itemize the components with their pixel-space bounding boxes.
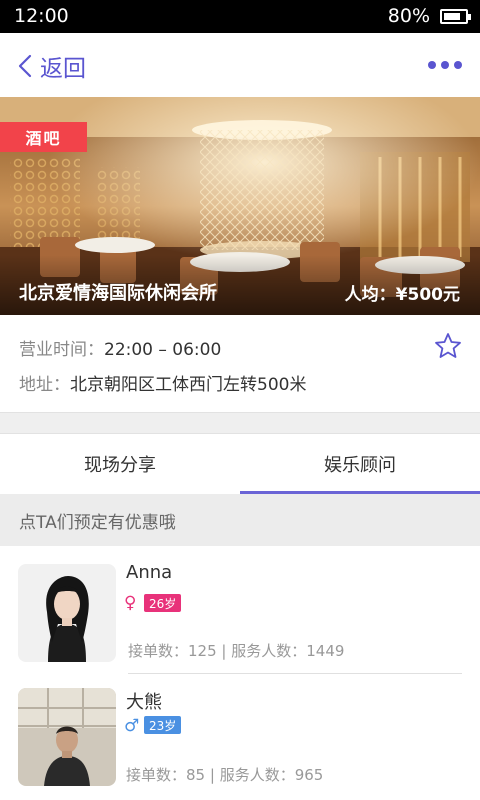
age-badge: 23岁 — [144, 716, 182, 734]
back-button[interactable]: 返回 — [16, 49, 86, 83]
served-count: | 服务人数：965 — [209, 766, 324, 784]
battery-percent: 80% — [387, 5, 430, 27]
back-label: 返回 — [40, 56, 86, 82]
advisor-stats: 接单数：125 | 服务人数：1449 — [128, 640, 344, 661]
business-hours-label: 营业时间： — [19, 340, 104, 360]
advisor-stats: 接单数：85 | 服务人数：965 — [126, 764, 323, 785]
avatar — [18, 564, 116, 662]
battery-fill — [444, 13, 460, 20]
chevron-left-icon — [18, 54, 32, 78]
address-label: 地址： — [19, 375, 70, 395]
more-dot — [441, 61, 449, 69]
list-item[interactable]: 大熊 ♂ 23岁 接单数：85 | 服务人数：965 — [0, 674, 480, 798]
order-count: 接单数：125 — [128, 642, 217, 660]
nav-bar: 返回 — [0, 33, 480, 97]
tab-live-share[interactable]: 现场分享 — [0, 434, 240, 494]
venue-hero: 酒吧 北京爱情海国际休闲会所 人均：¥500元 — [0, 97, 480, 315]
list-item[interactable]: Anna ♀ 26岁 接单数：125 | 服务人数：1449 — [0, 546, 480, 674]
status-bar: 12:00 80% — [0, 0, 480, 33]
advisor-list: Anna ♀ 26岁 接单数：125 | 服务人数：1449 大熊 ♂ 23岁 … — [0, 546, 480, 800]
business-hours: 营业时间：22:00 – 06:00 — [19, 335, 221, 360]
status-time: 12:00 — [14, 5, 69, 27]
section-divider — [0, 412, 480, 434]
star-outline-icon[interactable] — [434, 332, 462, 360]
advisor-name: Anna — [126, 562, 173, 583]
tab-entertainment-advisor[interactable]: 娱乐顾问 — [240, 434, 480, 494]
venue-price: 人均：¥500元 — [344, 285, 460, 305]
served-count: | 服务人数：1449 — [221, 642, 345, 660]
more-dot — [454, 61, 462, 69]
venue-info: 营业时间：22:00 – 06:00 地址：北京朝阳区工体西门左转500米 — [0, 315, 480, 412]
order-count: 接单数：85 — [126, 766, 206, 784]
male-icon: ♂ — [124, 716, 140, 736]
more-dots-icon[interactable] — [428, 61, 462, 71]
age-badge: 26岁 — [144, 594, 182, 612]
address: 地址：北京朝阳区工体西门左转500米 — [19, 370, 306, 395]
business-hours-value: 22:00 – 06:00 — [104, 340, 222, 360]
tab-bar: 现场分享 娱乐顾问 — [0, 434, 480, 494]
address-value: 北京朝阳区工体西门左转500米 — [70, 375, 307, 395]
more-dot — [428, 61, 436, 69]
promo-banner: 点TA们预定有优惠哦 — [0, 494, 480, 546]
battery-icon — [440, 9, 471, 24]
advisor-name: 大熊 — [126, 692, 162, 713]
venue-type-tag: 酒吧 — [0, 122, 87, 152]
female-icon: ♀ — [124, 593, 137, 613]
venue-name: 北京爱情海国际休闲会所 — [19, 283, 217, 304]
avatar — [18, 688, 116, 786]
